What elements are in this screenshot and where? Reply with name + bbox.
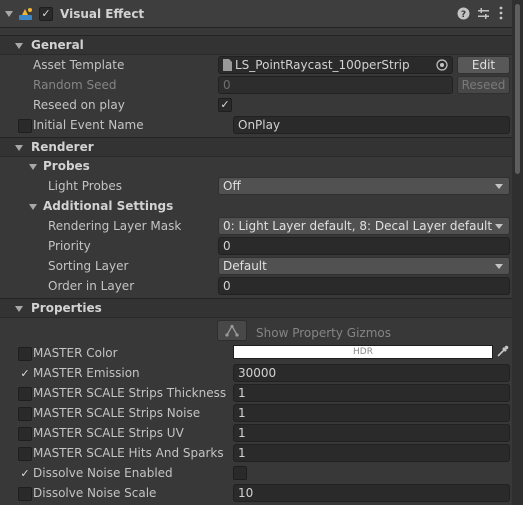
initial-event-label: Initial Event Name — [33, 118, 144, 132]
component-enabled-checkbox[interactable]: ✓ — [39, 7, 53, 21]
rendering-layer-mask-dropdown[interactable]: 0: Light Layer default, 8: Decal Layer d… — [218, 217, 510, 235]
component-header[interactable]: ✓ Visual Effect ? — [0, 0, 512, 28]
presets-icon[interactable] — [477, 7, 490, 20]
property-value-field[interactable]: 1 — [233, 384, 510, 402]
property-override-checkbox[interactable] — [18, 487, 32, 501]
svg-text:?: ? — [461, 10, 466, 20]
order-in-layer-field[interactable]: 0 — [218, 277, 510, 295]
properties-foldout[interactable]: Properties — [0, 298, 512, 318]
property-value-field[interactable]: 30000 — [233, 364, 510, 382]
property-label: Dissolve Noise Enabled — [33, 466, 173, 480]
renderer-title: Renderer — [31, 140, 94, 154]
edit-button[interactable]: Edit — [457, 56, 510, 74]
property-label: MASTER Emission — [33, 366, 140, 380]
rendering-layer-mask-label: Rendering Layer Mask — [48, 219, 182, 233]
random-seed-field: 0 — [218, 76, 453, 94]
probes-foldout-arrow-icon[interactable] — [29, 164, 37, 170]
master-color-swatch[interactable]: HDR — [233, 345, 493, 359]
property-label: Dissolve Noise Scale — [33, 486, 157, 500]
sorting-layer-label: Sorting Layer — [48, 259, 129, 273]
property-value-field[interactable]: 10 — [233, 484, 510, 502]
initial-event-override-checkbox[interactable] — [18, 119, 32, 133]
gizmo-icon — [225, 324, 239, 337]
general-title: General — [31, 38, 84, 52]
reseed-on-play-label: Reseed on play — [33, 98, 125, 112]
show-gizmos-button[interactable] — [217, 320, 247, 341]
property-label: MASTER SCALE Strips UV — [33, 426, 184, 440]
additional-settings-arrow-icon[interactable] — [29, 204, 37, 210]
foldout-arrow-icon[interactable] — [5, 11, 13, 17]
light-probes-value: Off — [223, 179, 241, 193]
show-gizmos-label[interactable]: Show Property Gizmos — [256, 324, 391, 342]
order-in-layer-label: Order in Layer — [48, 279, 135, 293]
vfx-asset-icon — [222, 59, 232, 71]
component-title: Visual Effect — [60, 7, 145, 21]
reseed-on-play-checkbox[interactable]: ✓ — [218, 98, 232, 112]
properties-title: Properties — [31, 301, 102, 315]
kebab-menu-icon[interactable] — [498, 6, 504, 20]
property-value-field[interactable]: 1 — [233, 404, 510, 422]
rendering-layer-mask-value: 0: Light Layer default, 8: Decal Layer d… — [223, 219, 493, 233]
dissolve-noise-enabled-checkbox[interactable] — [233, 466, 247, 480]
property-label: MASTER SCALE Strips Thickness — [33, 386, 227, 400]
hdr-label: HDR — [353, 347, 373, 357]
inspector-panel: ✓ Visual Effect ? General Asset Template… — [0, 0, 512, 505]
property-label: MASTER SCALE Hits And Sparks — [33, 446, 224, 460]
foldout-arrow-icon[interactable] — [15, 145, 23, 151]
object-picker-icon[interactable] — [436, 59, 448, 71]
vertical-scrollbar[interactable] — [512, 0, 523, 505]
vfx-component-icon — [17, 6, 35, 22]
initial-event-field[interactable]: OnPlay — [233, 116, 510, 134]
probes-title[interactable]: Probes — [43, 157, 90, 175]
general-foldout[interactable]: General — [0, 35, 512, 55]
property-override-checkbox[interactable] — [18, 347, 32, 361]
property-override-checkbox[interactable] — [18, 427, 32, 441]
chevron-down-icon — [495, 184, 503, 189]
property-label: MASTER SCALE Strips Noise — [33, 406, 201, 420]
property-override-checkbox[interactable] — [18, 407, 32, 421]
chevron-down-icon — [495, 264, 503, 269]
sorting-layer-value: Default — [223, 259, 267, 273]
additional-settings-title[interactable]: Additional Settings — [43, 197, 173, 215]
property-value-field[interactable]: 1 — [233, 424, 510, 442]
scrollbar-thumb[interactable] — [515, 4, 520, 174]
chevron-down-icon — [495, 224, 503, 229]
light-probes-label: Light Probes — [48, 179, 123, 193]
property-override-checkbox[interactable]: ✓ — [18, 367, 32, 381]
property-value-field[interactable]: 1 — [233, 444, 510, 462]
asset-template-label: Asset Template — [33, 58, 125, 72]
priority-label: Priority — [48, 239, 91, 253]
renderer-foldout[interactable]: Renderer — [0, 137, 512, 157]
foldout-arrow-icon[interactable] — [15, 306, 23, 312]
eyedropper-icon[interactable] — [496, 345, 509, 358]
property-override-checkbox[interactable]: ✓ — [18, 467, 32, 481]
random-seed-label: Random Seed — [33, 78, 117, 92]
help-icon[interactable]: ? — [457, 7, 470, 20]
asset-template-field[interactable]: LS_PointRaycast_100perStrip — [218, 56, 453, 74]
property-label: MASTER Color — [33, 346, 118, 360]
sorting-layer-dropdown[interactable]: Default — [218, 257, 510, 275]
light-probes-dropdown[interactable]: Off — [218, 177, 510, 195]
property-override-checkbox[interactable] — [18, 447, 32, 461]
priority-field[interactable]: 0 — [218, 237, 510, 255]
reseed-button: Reseed — [457, 76, 510, 94]
foldout-arrow-icon[interactable] — [15, 43, 23, 49]
property-override-checkbox[interactable] — [18, 387, 32, 401]
asset-template-value: LS_PointRaycast_100perStrip — [235, 58, 410, 72]
